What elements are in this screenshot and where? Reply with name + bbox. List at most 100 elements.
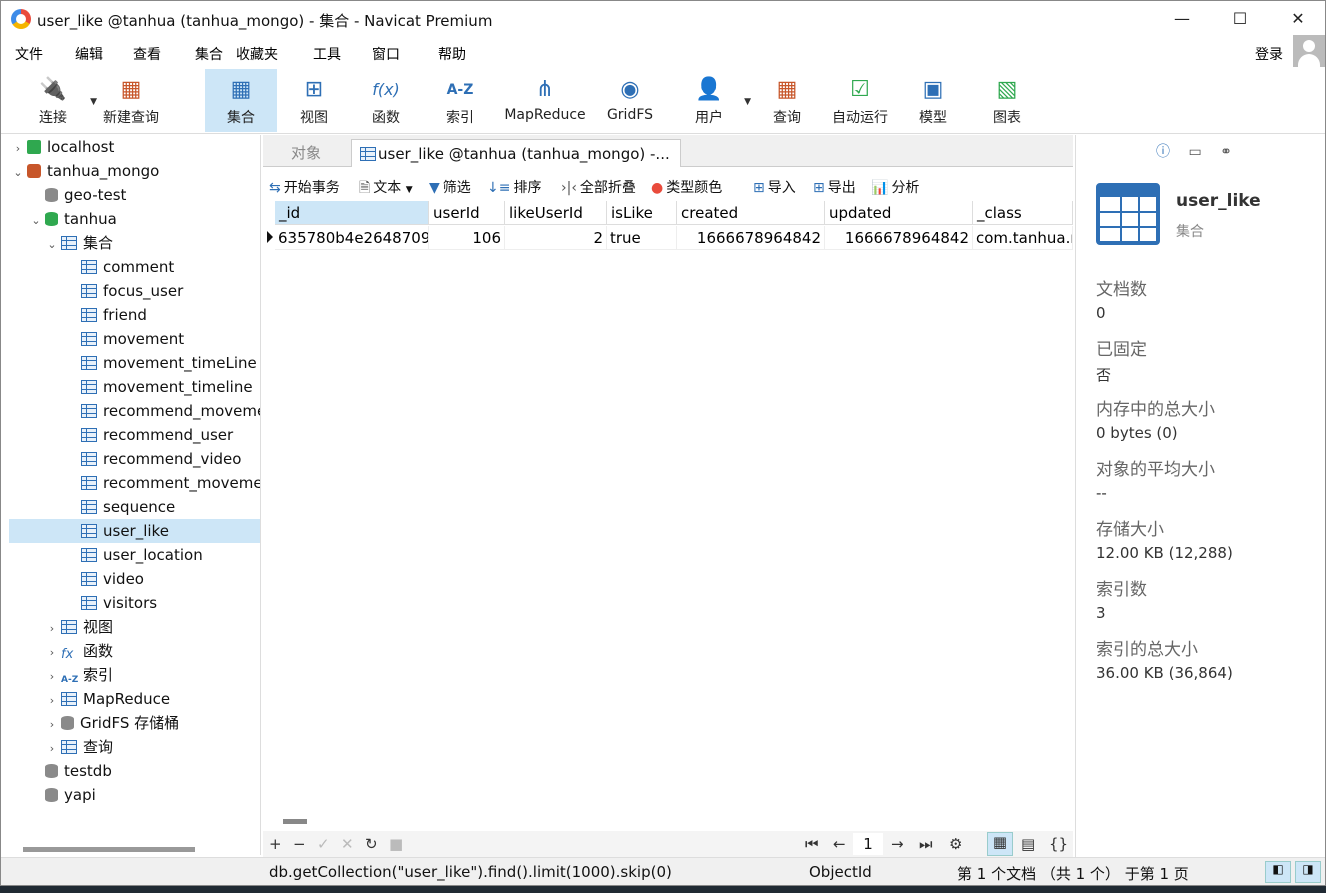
maximize-button[interactable]: ☐: [1211, 1, 1269, 37]
text-view-button[interactable]: 🗎 文本 ▼: [359, 177, 413, 201]
login-link[interactable]: 登录: [1255, 44, 1283, 64]
tree-folder-functions[interactable]: › fx 函数: [45, 639, 113, 663]
menu-collection[interactable]: 集合: [195, 44, 223, 64]
tree-collection[interactable]: movement: [79, 327, 184, 351]
chevron-down-icon[interactable]: ▼: [744, 97, 751, 107]
tree-collection[interactable]: video: [79, 567, 144, 591]
tree-db-geo-test[interactable]: geo-test: [29, 183, 126, 207]
chevron-right-icon[interactable]: ›: [45, 689, 59, 713]
column-header[interactable]: isLike: [607, 201, 677, 225]
tree-db-tanhua[interactable]: ⌄ tanhua: [29, 207, 116, 231]
tree-collection[interactable]: friend: [79, 303, 147, 327]
new-query-button[interactable]: ▦ 新建查询: [97, 69, 165, 132]
sort-button[interactable]: ↓≡ 排序: [487, 177, 541, 197]
ddl-icon[interactable]: ▭: [1188, 144, 1201, 160]
tree-folder-indexes[interactable]: › A-Z 索引: [45, 663, 113, 687]
page-number-input[interactable]: 1: [853, 833, 883, 855]
minimize-button[interactable]: —: [1153, 1, 1211, 37]
query-button[interactable]: ▦ 查询: [761, 69, 813, 132]
chevron-right-icon[interactable]: ›: [45, 737, 59, 761]
chart-button[interactable]: ▧ 图表: [981, 69, 1033, 132]
menu-file[interactable]: 文件: [15, 44, 43, 64]
tree-collection[interactable]: recomment_movement: [79, 471, 260, 495]
column-header[interactable]: _id: [275, 201, 429, 225]
automation-button[interactable]: ☑ 自动运行: [827, 69, 893, 132]
tree-collection[interactable]: focus_user: [79, 279, 183, 303]
tree-collection[interactable]: sequence: [79, 495, 175, 519]
chevron-right-icon[interactable]: ›: [45, 713, 59, 737]
view-button[interactable]: ⊞ 视图: [281, 69, 347, 132]
close-button[interactable]: ✕: [1269, 1, 1325, 37]
chevron-right-icon[interactable]: ›: [45, 641, 59, 665]
tree-collection[interactable]: recommend_movement: [79, 399, 260, 423]
tree-connection-tanhua-mongo[interactable]: ⌄ tanhua_mongo: [11, 159, 159, 183]
tree-folder-gridfs[interactable]: › GridFS 存储桶: [45, 711, 179, 735]
analyze-button[interactable]: 📊 分析: [871, 177, 919, 197]
chevron-right-icon[interactable]: ›: [11, 137, 25, 161]
form-view-icon[interactable]: ▤: [1021, 835, 1035, 853]
tree-collection[interactable]: user_location: [79, 543, 203, 567]
chevron-right-icon[interactable]: ›: [45, 617, 59, 641]
tree-db-testdb[interactable]: testdb: [29, 759, 112, 783]
filter-button[interactable]: ▼ 筛选: [429, 177, 471, 197]
stop-icon[interactable]: ■: [389, 835, 403, 853]
info-icon[interactable]: ⓘ: [1156, 144, 1170, 160]
prev-page-icon[interactable]: ←: [833, 835, 846, 853]
export-button[interactable]: ⊞ 导出: [813, 177, 856, 197]
tree-collection[interactable]: movement_timeLine: [79, 351, 257, 375]
chevron-down-icon[interactable]: ⌄: [11, 161, 25, 185]
user-avatar-icon[interactable]: [1293, 35, 1325, 67]
tree-db-yapi[interactable]: yapi: [29, 783, 96, 807]
begin-transaction-button[interactable]: ⇆ 开始事务: [269, 177, 340, 197]
collapse-all-button[interactable]: ›|‹ 全部折叠: [561, 177, 636, 197]
discard-icon[interactable]: ✕: [341, 835, 354, 853]
menu-edit[interactable]: 编辑: [75, 44, 103, 64]
right-panel-toggle-icon[interactable]: ◨: [1295, 861, 1321, 883]
chevron-right-icon[interactable]: ›: [45, 665, 59, 689]
tree-collection[interactable]: comment: [79, 255, 174, 279]
last-page-icon[interactable]: ⏭: [919, 835, 933, 853]
column-header[interactable]: _class: [973, 201, 1073, 225]
add-record-icon[interactable]: +: [269, 835, 282, 853]
tree-collection[interactable]: recommend_user: [79, 423, 233, 447]
menu-tools[interactable]: 工具: [313, 44, 341, 64]
table-cell[interactable]: com.tanhua.m: [973, 226, 1073, 250]
tree-folder-mapreduce[interactable]: › MapReduce: [45, 687, 170, 711]
json-view-icon[interactable]: {}: [1049, 835, 1068, 853]
table-cell[interactable]: 2: [505, 226, 607, 250]
gridfs-button[interactable]: ◉ GridFS: [601, 69, 659, 132]
column-header[interactable]: created: [677, 201, 825, 225]
settings-gear-icon[interactable]: ⚙: [949, 835, 962, 853]
tab-user-like[interactable]: user_like @tanhua (tanhua_mongo) -...: [351, 139, 681, 167]
menu-help[interactable]: 帮助: [438, 44, 466, 64]
table-cell[interactable]: 106: [429, 226, 505, 250]
menu-window[interactable]: 窗口: [372, 44, 400, 64]
tree-folder-views[interactable]: › 视图: [45, 615, 113, 639]
grid-horizontal-scrollbar[interactable]: [283, 819, 307, 824]
first-page-icon[interactable]: ⏮: [805, 835, 819, 853]
tree-collection[interactable]: movement_timeline: [79, 375, 253, 399]
table-cell[interactable]: 635780b4e2648709e: [275, 226, 429, 250]
collection-button[interactable]: ▦ 集合: [205, 69, 277, 132]
function-button[interactable]: f(x) 函数: [353, 69, 419, 132]
chevron-down-icon[interactable]: ▼: [90, 97, 97, 107]
type-color-button[interactable]: ● 类型颜色: [651, 177, 722, 197]
tree-collection[interactable]: visitors: [79, 591, 157, 615]
chevron-down-icon[interactable]: ⌄: [45, 233, 59, 257]
menu-favorites[interactable]: 收藏夹: [236, 44, 278, 64]
tab-objects[interactable]: 对象: [281, 139, 331, 167]
refresh-icon[interactable]: ↻: [365, 835, 378, 853]
next-page-icon[interactable]: →: [891, 835, 904, 853]
column-header[interactable]: userId: [429, 201, 505, 225]
mapreduce-button[interactable]: ⋔ MapReduce: [499, 69, 591, 132]
table-cell[interactable]: 1666678964842: [825, 226, 973, 250]
menu-view[interactable]: 查看: [133, 44, 161, 64]
model-button[interactable]: ▣ 模型: [907, 69, 959, 132]
tree-folder-collections[interactable]: ⌄ 集合: [45, 231, 113, 255]
tree-folder-queries[interactable]: › 查询: [45, 735, 113, 759]
tree-connection-localhost[interactable]: › localhost: [11, 135, 115, 161]
tree-collection-selected[interactable]: user_like: [9, 519, 260, 543]
column-header[interactable]: likeUserId: [505, 201, 607, 225]
index-button[interactable]: A-Z 索引: [427, 69, 493, 132]
dependency-icon[interactable]: ⚭: [1220, 144, 1232, 160]
